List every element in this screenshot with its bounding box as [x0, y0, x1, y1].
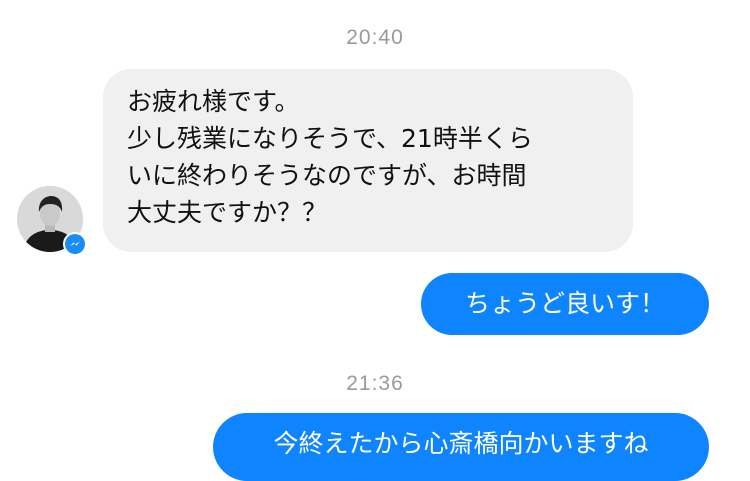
incoming-message-line-4: 大丈夫ですか？？: [127, 198, 328, 227]
outgoing-message-bubble-1[interactable]: ちょうど良いす！: [421, 273, 709, 335]
timestamp-1: 20:40: [346, 26, 404, 49]
messenger-badge-icon: [70, 241, 80, 246]
incoming-message-bubble[interactable]: お疲れ様です。 少し残業になりそうで、21時半くら いに終わりそうなのですが、お…: [103, 69, 633, 252]
avatar[interactable]: [17, 186, 87, 256]
messenger-badge: [63, 232, 87, 256]
incoming-message-line-2: 少し残業になりそうで、21時半くら: [127, 124, 533, 153]
outgoing-message-text-1: ちょうど良いす！: [464, 289, 665, 318]
outgoing-message-text-2: 今終えたから心斎橋向かいますね: [273, 429, 649, 458]
incoming-message-line-1: お疲れ様です。: [127, 87, 300, 116]
timestamp-2: 21:36: [346, 372, 404, 395]
incoming-message-line-3: いに終わりそうなのですが、お時間: [127, 161, 527, 190]
